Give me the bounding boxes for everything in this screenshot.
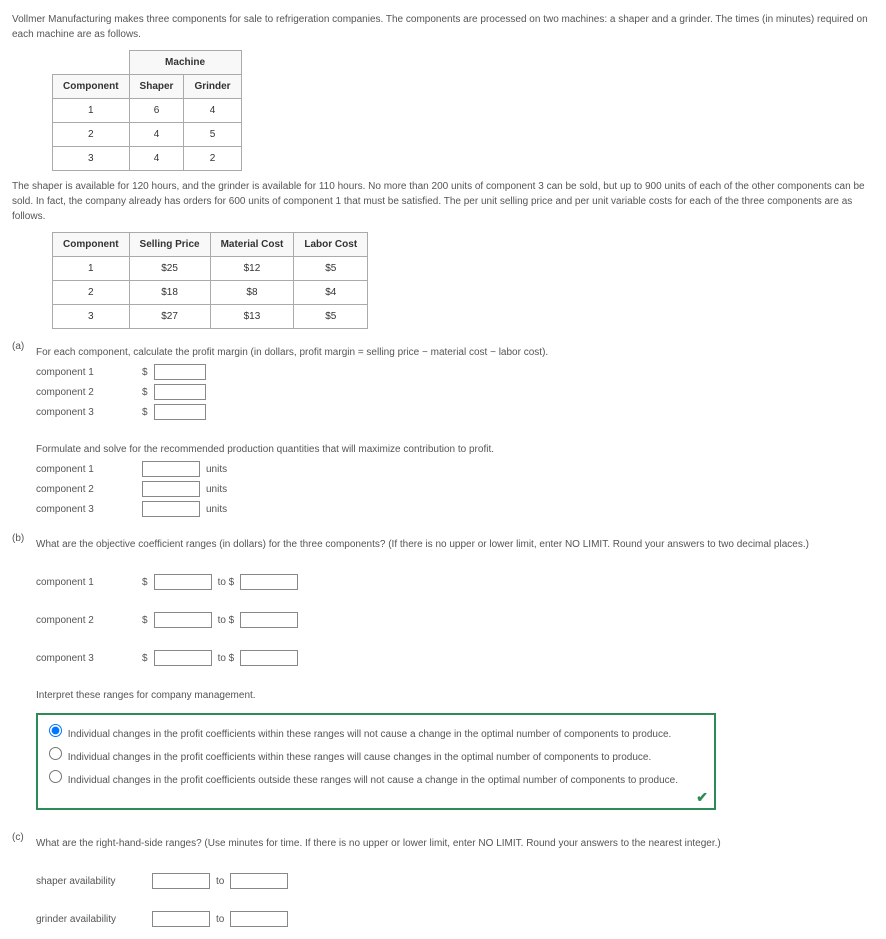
radio-option-3[interactable] [49,770,62,783]
input-comp1-margin[interactable] [154,364,206,380]
input-comp1-upper[interactable] [240,574,298,590]
input-grinder-upper[interactable] [230,911,288,927]
interpret-option-1[interactable]: Individual changes in the profit coeffic… [44,721,708,742]
header-price: Selling Price [129,233,210,257]
dollar-sign: $ [142,615,148,626]
problem-intro-1: Vollmer Manufacturing makes three compon… [12,12,874,42]
machine-times-table: Machine Component Shaper Grinder 1 6 4 2… [52,50,242,171]
header-shaper: Shaper [129,75,184,99]
part-a-question-1: For each component, calculate the profit… [36,345,874,360]
part-b-label: (b) [12,533,36,820]
to-dollar: to $ [218,653,235,664]
units-label: units [206,504,227,515]
problem-intro-2: The shaper is available for 120 hours, a… [12,179,874,224]
table-row: 2 4 5 [53,123,242,147]
label-comp3-margin: component 3 [36,407,136,418]
interpret-prompt: Interpret these ranges for company manag… [36,688,874,703]
units-label: units [206,464,227,475]
label-comp2-margin: component 2 [36,387,136,398]
units-label: units [206,484,227,495]
part-a-label: (a) [12,341,36,521]
table-row: 2 $18 $8 $4 [53,281,368,305]
to-dollar: to $ [218,577,235,588]
table-row: 1 6 4 [53,99,242,123]
input-grinder-lower[interactable] [152,911,210,927]
label-comp1-margin: component 1 [36,367,136,378]
part-a-question-2: Formulate and solve for the recommended … [36,442,874,457]
dollar-sign: $ [142,577,148,588]
input-comp3-qty[interactable] [142,501,200,517]
to-label: to [216,914,224,925]
header-material: Material Cost [210,233,294,257]
interpret-option-3[interactable]: Individual changes in the profit coeffic… [44,767,708,788]
header-component: Component [53,75,130,99]
dollar-sign: $ [142,367,148,378]
label-comp1-range: component 1 [36,577,136,588]
part-c-label: (c) [12,832,36,931]
header-machine: Machine [129,51,241,75]
input-comp2-margin[interactable] [154,384,206,400]
to-dollar: to $ [218,615,235,626]
input-comp1-lower[interactable] [154,574,212,590]
to-label: to [216,876,224,887]
input-comp3-margin[interactable] [154,404,206,420]
dollar-sign: $ [142,407,148,418]
table-row: 3 4 2 [53,147,242,171]
part-b-question: What are the objective coefficient range… [36,537,874,552]
header-component-2: Component [53,233,130,257]
dollar-sign: $ [142,387,148,398]
label-comp2-qty: component 2 [36,484,136,495]
cost-table: Component Selling Price Material Cost La… [52,232,368,329]
radio-option-2[interactable] [49,747,62,760]
input-shaper-lower[interactable] [152,873,210,889]
interpret-choices-box: Individual changes in the profit coeffic… [36,713,716,810]
label-comp3-range: component 3 [36,653,136,664]
input-comp2-upper[interactable] [240,612,298,628]
label-comp3-qty: component 3 [36,504,136,515]
label-comp1-qty: component 1 [36,464,136,475]
dollar-sign: $ [142,653,148,664]
label-comp2-range: component 2 [36,615,136,626]
correct-check-icon: ✔ [696,789,708,806]
part-c-question: What are the right-hand-side ranges? (Us… [36,836,874,851]
input-comp2-lower[interactable] [154,612,212,628]
radio-option-1[interactable] [49,724,62,737]
table-row: 1 $25 $12 $5 [53,257,368,281]
input-comp3-upper[interactable] [240,650,298,666]
label-grinder-avail: grinder availability [36,914,146,925]
input-shaper-upper[interactable] [230,873,288,889]
table-row: 3 $27 $13 $5 [53,305,368,329]
label-shaper-avail: shaper availability [36,876,146,887]
header-labor: Labor Cost [294,233,368,257]
input-comp3-lower[interactable] [154,650,212,666]
interpret-option-2[interactable]: Individual changes in the profit coeffic… [44,744,708,765]
input-comp1-qty[interactable] [142,461,200,477]
input-comp2-qty[interactable] [142,481,200,497]
header-grinder: Grinder [184,75,241,99]
